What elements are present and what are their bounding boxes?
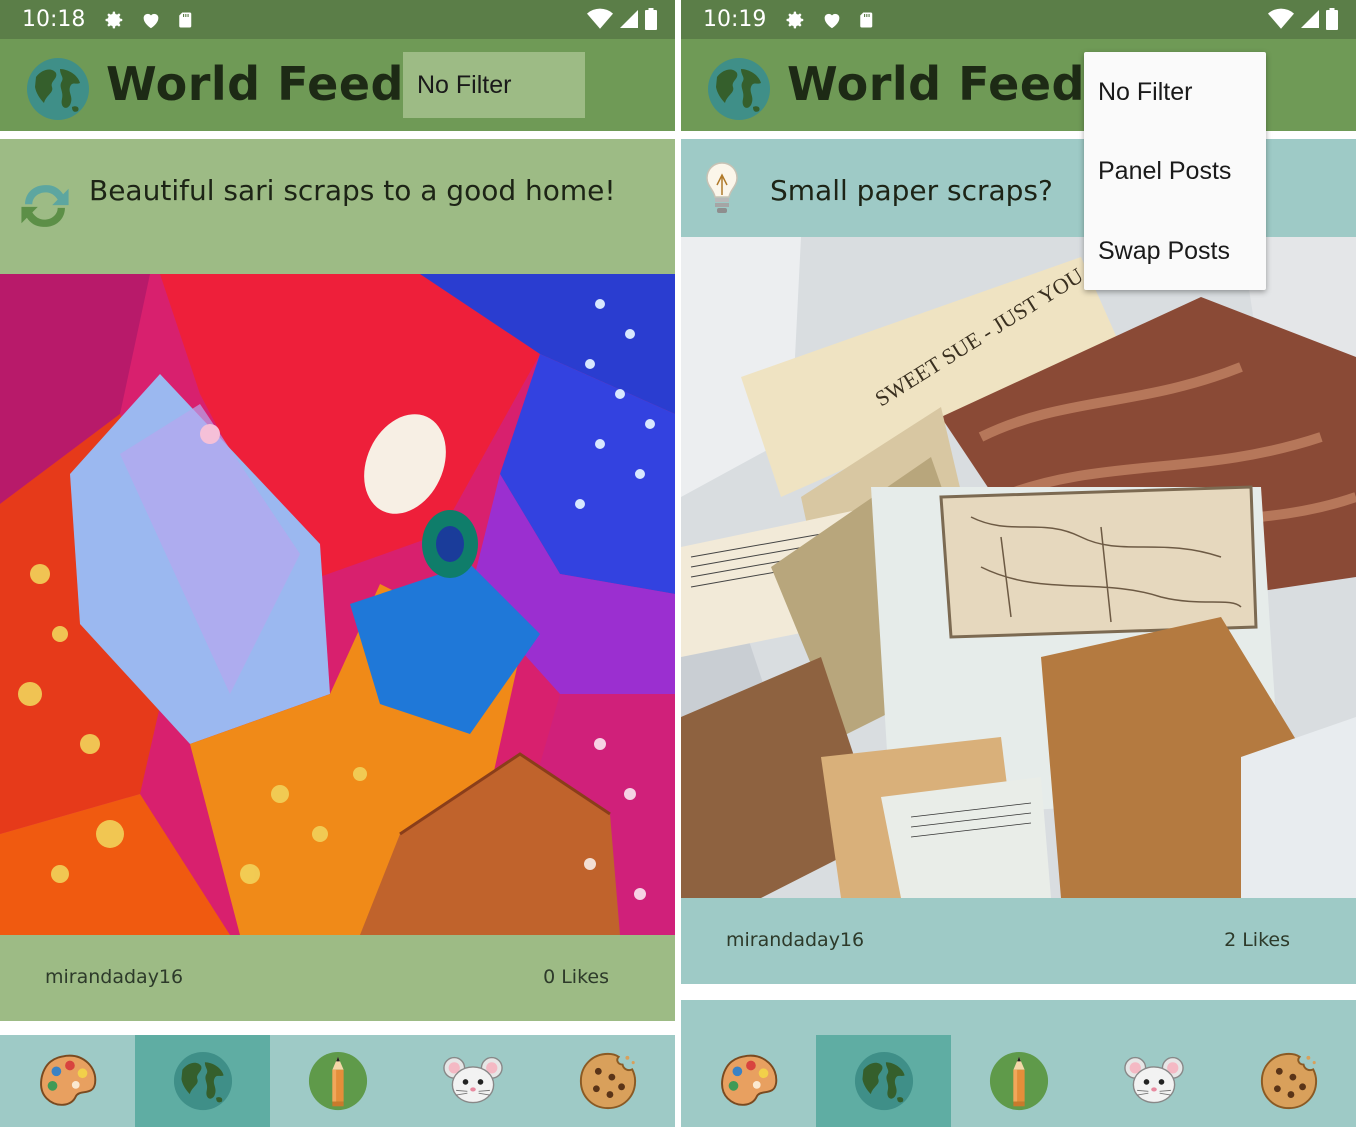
signal-icon [1300,9,1320,29]
lightbulb-icon [706,162,738,213]
palette-icon [718,1050,780,1112]
post-header: Beautiful sari scraps to a good home! [0,139,675,274]
menu-item-panel-posts[interactable]: Panel Posts [1098,157,1231,186]
nav-profile[interactable] [1086,1035,1221,1127]
pencil-icon [989,1051,1049,1111]
status-time: 10:18 [22,7,86,32]
globe-logo-icon [707,57,771,121]
cookie-icon [577,1050,639,1112]
post-username[interactable]: mirandaday16 [45,966,183,988]
post-image[interactable]: SWEET SUE - JUST YOU [681,237,1356,898]
globe-icon [854,1051,914,1111]
settings-icon [103,9,125,31]
status-bar: 10:18 [0,0,675,39]
post-image[interactable] [0,274,675,935]
status-bar: 10:19 [681,0,1356,39]
nav-profile[interactable] [405,1035,540,1127]
next-post-card [681,1000,1356,1035]
menu-item-no-filter[interactable]: No Filter [1098,78,1192,107]
nav-world-feed[interactable] [816,1035,951,1127]
heart-icon [820,9,844,31]
pencil-icon [308,1051,368,1111]
wifi-icon [587,8,613,30]
app-bar: World Feed No Filter [0,39,675,131]
battery-icon [1326,7,1338,31]
nav-create[interactable] [270,1035,405,1127]
sd-card-icon [858,9,876,31]
bottom-nav [0,1035,675,1127]
post-likes[interactable]: 2 Likes [1224,929,1290,951]
nav-cookie[interactable] [540,1035,675,1127]
sd-card-icon [177,9,195,31]
nav-cookie[interactable] [1221,1035,1356,1127]
app-title: World Feed [787,57,1085,111]
menu-item-swap-posts[interactable]: Swap Posts [1098,237,1230,266]
filter-dropdown-menu: No Filter Panel Posts Swap Posts [1084,52,1266,290]
app-title: World Feed [106,57,404,111]
post-title: Beautiful sari scraps to a good home! [89,174,616,207]
settings-icon [784,9,806,31]
paper-scraps-photo: SWEET SUE - JUST YOU [681,237,1356,898]
globe-icon [173,1051,233,1111]
signal-icon [619,9,639,29]
post-likes[interactable]: 0 Likes [543,966,609,988]
palette-icon [37,1050,99,1112]
heart-icon [139,9,163,31]
bottom-nav [681,1035,1356,1127]
post-footer: mirandaday16 2 Likes [681,898,1356,984]
nav-world-feed[interactable] [135,1035,270,1127]
nav-palette[interactable] [681,1035,816,1127]
nav-palette[interactable] [0,1035,135,1127]
swap-icon [21,185,69,227]
filter-select[interactable]: No Filter [403,52,585,118]
post-username[interactable]: mirandaday16 [726,929,864,951]
nav-create[interactable] [951,1035,1086,1127]
post-footer: mirandaday16 0 Likes [0,935,675,1021]
mouse-icon [1123,1051,1185,1111]
battery-icon [645,7,657,31]
left-phone-screen: 10:18 World Feed No Filter Beautiful sar… [0,0,675,1127]
globe-logo-icon [26,57,90,121]
cookie-icon [1258,1050,1320,1112]
sari-scraps-photo [0,274,675,935]
wifi-icon [1268,8,1294,30]
status-time: 10:19 [703,7,767,32]
mouse-icon [442,1051,504,1111]
